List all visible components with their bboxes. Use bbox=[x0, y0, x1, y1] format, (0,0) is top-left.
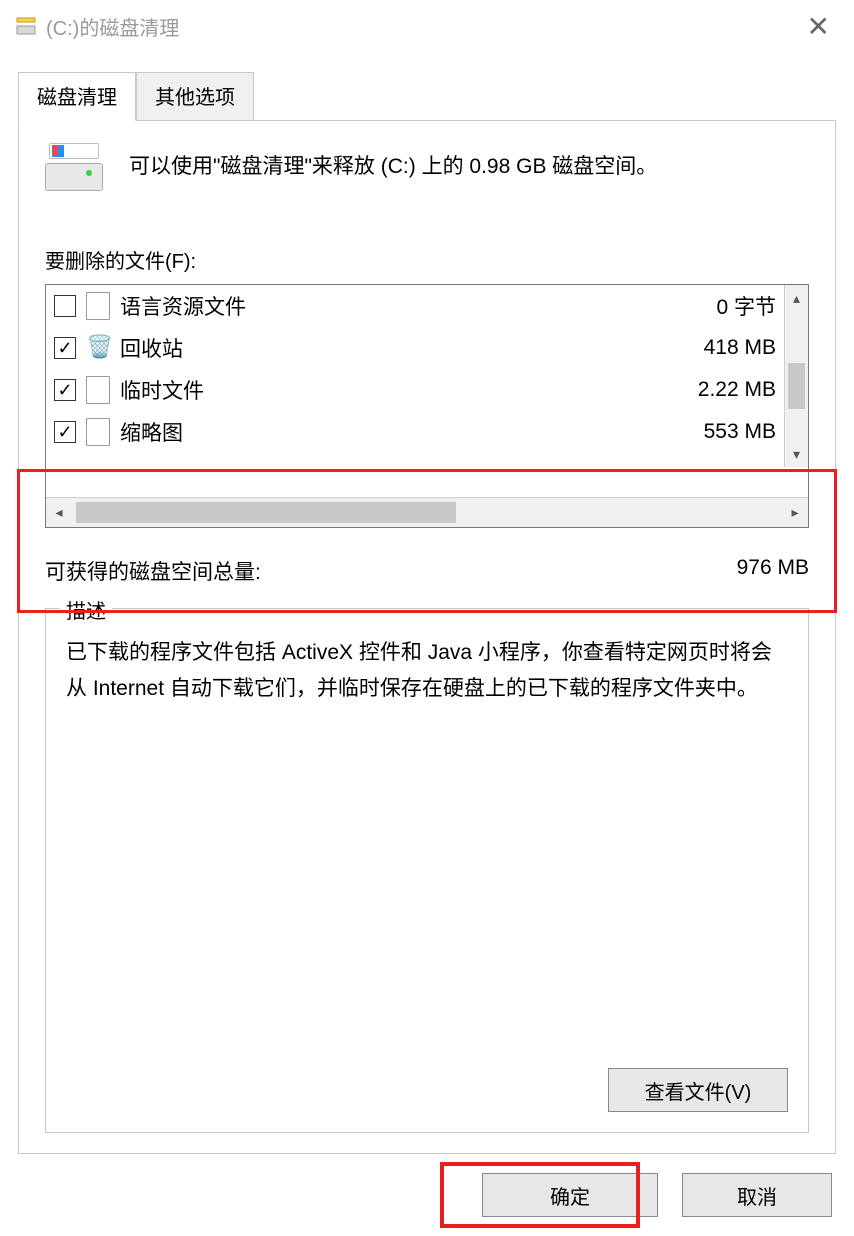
list-item[interactable]: 临时文件 2.22 MB bbox=[46, 369, 808, 411]
view-files-button[interactable]: 查看文件(V) bbox=[608, 1068, 788, 1112]
content-area: 磁盘清理 其他选项 可以使用"磁盘清理"来释放 (C:) 上的 0.98 GB … bbox=[0, 52, 854, 1154]
file-name: 回收站 bbox=[120, 333, 694, 363]
description-fieldset: 描述 已下载的程序文件包括 ActiveX 控件和 Java 小程序，你查看特定… bbox=[45, 608, 809, 1133]
cancel-button[interactable]: 取消 bbox=[682, 1173, 832, 1217]
file-name: 临时文件 bbox=[120, 375, 688, 405]
checkbox[interactable] bbox=[54, 295, 76, 317]
total-space-value: 976 MB bbox=[737, 556, 809, 586]
list-item[interactable]: 语言资源文件 0 字节 bbox=[46, 285, 808, 327]
horizontal-scrollbar[interactable]: ◂ ▸ bbox=[46, 497, 808, 527]
file-list-container: 语言资源文件 0 字节 🗑️ 回收站 418 MB 临时文件 2.22 MB bbox=[45, 284, 809, 528]
window-title: (C:)的磁盘清理 bbox=[46, 12, 179, 41]
recycle-bin-icon: 🗑️ bbox=[86, 334, 110, 362]
scroll-thumb[interactable] bbox=[76, 502, 456, 523]
scroll-left-icon[interactable]: ◂ bbox=[46, 504, 72, 521]
checkbox[interactable] bbox=[54, 379, 76, 401]
drive-icon bbox=[45, 143, 103, 191]
file-icon bbox=[86, 418, 110, 446]
scroll-up-icon[interactable]: ▴ bbox=[785, 285, 808, 311]
checkbox[interactable] bbox=[54, 337, 76, 359]
disk-cleanup-window: (C:)的磁盘清理 ✕ 磁盘清理 其他选项 可以使用"磁盘清理"来释放 (C:)… bbox=[0, 0, 854, 1236]
file-size: 418 MB bbox=[704, 336, 796, 360]
dialog-footer: 确定 取消 bbox=[0, 1154, 854, 1236]
close-button[interactable]: ✕ bbox=[799, 10, 838, 43]
file-name: 缩略图 bbox=[120, 417, 694, 447]
intro-row: 可以使用"磁盘清理"来释放 (C:) 上的 0.98 GB 磁盘空间。 bbox=[45, 143, 809, 191]
file-icon bbox=[86, 292, 110, 320]
file-name: 语言资源文件 bbox=[120, 291, 706, 321]
scroll-track[interactable] bbox=[785, 311, 808, 441]
list-item[interactable]: 缩略图 553 MB bbox=[46, 411, 808, 453]
tab-other-options[interactable]: 其他选项 bbox=[136, 72, 254, 121]
files-to-delete-label: 要删除的文件(F): bbox=[45, 245, 809, 274]
titlebar: (C:)的磁盘清理 ✕ bbox=[0, 0, 854, 52]
tab-bar: 磁盘清理 其他选项 bbox=[18, 74, 836, 120]
file-icon bbox=[86, 376, 110, 404]
file-list[interactable]: 语言资源文件 0 字节 🗑️ 回收站 418 MB 临时文件 2.22 MB bbox=[46, 285, 808, 497]
scroll-right-icon[interactable]: ▸ bbox=[782, 504, 808, 521]
checkbox[interactable] bbox=[54, 421, 76, 443]
total-space-row: 可获得的磁盘空间总量: 976 MB bbox=[45, 556, 809, 586]
file-size: 2.22 MB bbox=[698, 378, 796, 402]
vertical-scrollbar[interactable]: ▴ ▾ bbox=[784, 285, 808, 467]
description-text: 已下载的程序文件包括 ActiveX 控件和 Java 小程序，你查看特定网页时… bbox=[66, 635, 788, 706]
tab-disk-cleanup[interactable]: 磁盘清理 bbox=[18, 72, 136, 121]
list-item[interactable]: 🗑️ 回收站 418 MB bbox=[46, 327, 808, 369]
scroll-down-icon[interactable]: ▾ bbox=[785, 441, 808, 467]
disk-cleanup-icon bbox=[16, 16, 36, 36]
ok-button[interactable]: 确定 bbox=[482, 1173, 658, 1217]
description-legend: 描述 bbox=[60, 595, 112, 624]
tab-panel: 可以使用"磁盘清理"来释放 (C:) 上的 0.98 GB 磁盘空间。 要删除的… bbox=[18, 120, 836, 1154]
scroll-track[interactable] bbox=[72, 498, 782, 527]
file-size: 553 MB bbox=[704, 420, 796, 444]
total-space-label: 可获得的磁盘空间总量: bbox=[45, 556, 261, 586]
intro-text: 可以使用"磁盘清理"来释放 (C:) 上的 0.98 GB 磁盘空间。 bbox=[129, 151, 657, 183]
scroll-thumb[interactable] bbox=[788, 363, 805, 409]
